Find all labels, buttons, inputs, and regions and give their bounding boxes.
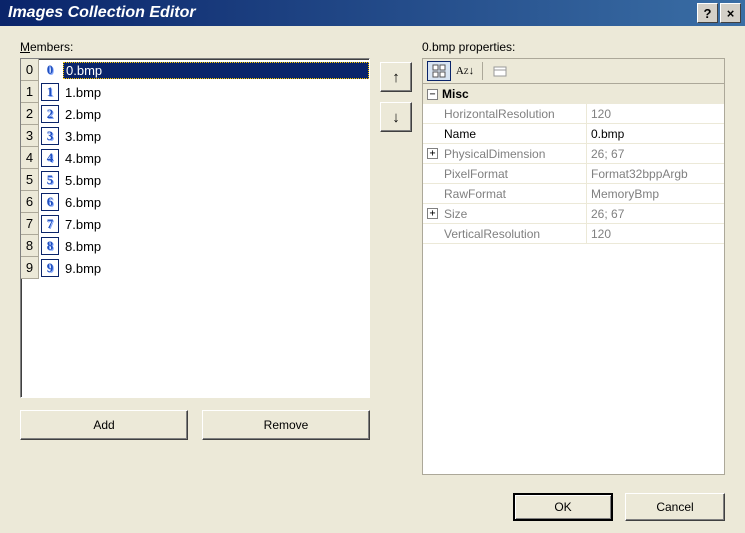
bitmap-icon: 6 (41, 193, 59, 211)
member-label: 7.bmp (63, 217, 369, 232)
property-row[interactable]: + PhysicalDimension26; 67 (423, 144, 724, 164)
property-name: HorizontalResolution (442, 104, 587, 123)
categorized-icon[interactable] (427, 61, 451, 81)
property-value: 26; 67 (587, 144, 724, 163)
bitmap-icon: 3 (41, 127, 59, 145)
member-index: 4 (21, 147, 39, 169)
category-row[interactable]: − Misc (423, 84, 724, 104)
titlebar: Images Collection Editor ? × (0, 0, 745, 26)
member-row[interactable]: 55 5.bmp (21, 169, 369, 191)
member-index: 1 (21, 81, 39, 103)
bitmap-icon: 7 (41, 215, 59, 233)
members-panel: Members: 000.bmp111.bmp222.bmp333.bmp444… (20, 40, 370, 475)
member-index: 8 (21, 235, 39, 257)
collapse-icon[interactable]: − (427, 89, 438, 100)
bitmap-icon: 0 (41, 61, 59, 79)
member-row[interactable]: 33 3.bmp (21, 125, 369, 147)
dialog-buttons: OK Cancel (20, 485, 725, 521)
member-label: 9.bmp (63, 261, 369, 276)
help-button[interactable]: ? (697, 3, 718, 23)
bitmap-icon: 5 (41, 171, 59, 189)
member-index: 0 (21, 59, 39, 81)
property-name: Size (442, 204, 587, 223)
property-value: 26; 67 (587, 204, 724, 223)
member-row[interactable]: 99 9.bmp (21, 257, 369, 279)
close-button[interactable]: × (720, 3, 741, 23)
bitmap-icon: 8 (41, 237, 59, 255)
member-label: 0.bmp (63, 62, 369, 79)
properties-label: 0.bmp properties: (422, 40, 725, 54)
property-row[interactable]: HorizontalResolution120 (423, 104, 724, 124)
member-row[interactable]: 77 7.bmp (21, 213, 369, 235)
property-row[interactable]: RawFormatMemoryBmp (423, 184, 724, 204)
member-row[interactable]: 44 4.bmp (21, 147, 369, 169)
property-value: MemoryBmp (587, 184, 724, 203)
member-row[interactable]: 22 2.bmp (21, 103, 369, 125)
properties-panel: 0.bmp properties: AZ↓ − Misc HorizontalR… (422, 40, 725, 475)
property-name: PixelFormat (442, 164, 587, 183)
member-index: 3 (21, 125, 39, 147)
members-list[interactable]: 000.bmp111.bmp222.bmp333.bmp444.bmp555.b… (20, 58, 370, 398)
property-pages-icon[interactable] (488, 61, 512, 81)
category-label: Misc (442, 87, 469, 101)
alphabetical-icon[interactable]: AZ↓ (453, 61, 477, 81)
property-name: VerticalResolution (442, 224, 587, 243)
member-label: 6.bmp (63, 195, 369, 210)
property-row[interactable]: + Size26; 67 (423, 204, 724, 224)
property-row[interactable]: VerticalResolution120 (423, 224, 724, 244)
property-value[interactable]: 0.bmp (587, 124, 724, 143)
move-up-button[interactable]: ↑ (380, 62, 412, 92)
member-row[interactable]: 000.bmp (21, 59, 369, 81)
bitmap-icon: 4 (41, 149, 59, 167)
expand-icon[interactable]: + (427, 148, 438, 159)
member-row[interactable]: 66 6.bmp (21, 191, 369, 213)
move-down-button[interactable]: ↓ (380, 102, 412, 132)
property-row[interactable]: Name0.bmp (423, 124, 724, 144)
property-value: 120 (587, 224, 724, 243)
property-toolbar: AZ↓ (422, 58, 725, 84)
member-row[interactable]: 11 1.bmp (21, 81, 369, 103)
ok-button[interactable]: OK (513, 493, 613, 521)
bitmap-icon: 2 (41, 105, 59, 123)
property-name: RawFormat (442, 184, 587, 203)
bitmap-icon: 1 (41, 83, 59, 101)
member-index: 2 (21, 103, 39, 125)
member-row[interactable]: 88 8.bmp (21, 235, 369, 257)
member-index: 5 (21, 169, 39, 191)
property-grid[interactable]: − Misc HorizontalResolution120Name0.bmp+… (422, 84, 725, 475)
member-label: 4.bmp (63, 151, 369, 166)
property-value: 120 (587, 104, 724, 123)
member-label: 8.bmp (63, 239, 369, 254)
property-row[interactable]: PixelFormatFormat32bppArgb (423, 164, 724, 184)
window-title: Images Collection Editor (8, 4, 695, 22)
remove-button[interactable]: Remove (202, 410, 370, 440)
member-index: 6 (21, 191, 39, 213)
cancel-button[interactable]: Cancel (625, 493, 725, 521)
expand-icon[interactable]: + (427, 208, 438, 219)
property-name: Name (442, 124, 587, 143)
member-index: 7 (21, 213, 39, 235)
property-name: PhysicalDimension (442, 144, 587, 163)
member-label: 3.bmp (63, 129, 369, 144)
add-button[interactable]: Add (20, 410, 188, 440)
member-label: 2.bmp (63, 107, 369, 122)
property-value: Format32bppArgb (587, 164, 724, 183)
member-label: 1.bmp (63, 85, 369, 100)
members-label: Members: (20, 40, 370, 54)
bitmap-icon: 9 (41, 259, 59, 277)
member-index: 9 (21, 257, 39, 279)
member-label: 5.bmp (63, 173, 369, 188)
arrow-column: ↑ ↓ (380, 40, 412, 475)
